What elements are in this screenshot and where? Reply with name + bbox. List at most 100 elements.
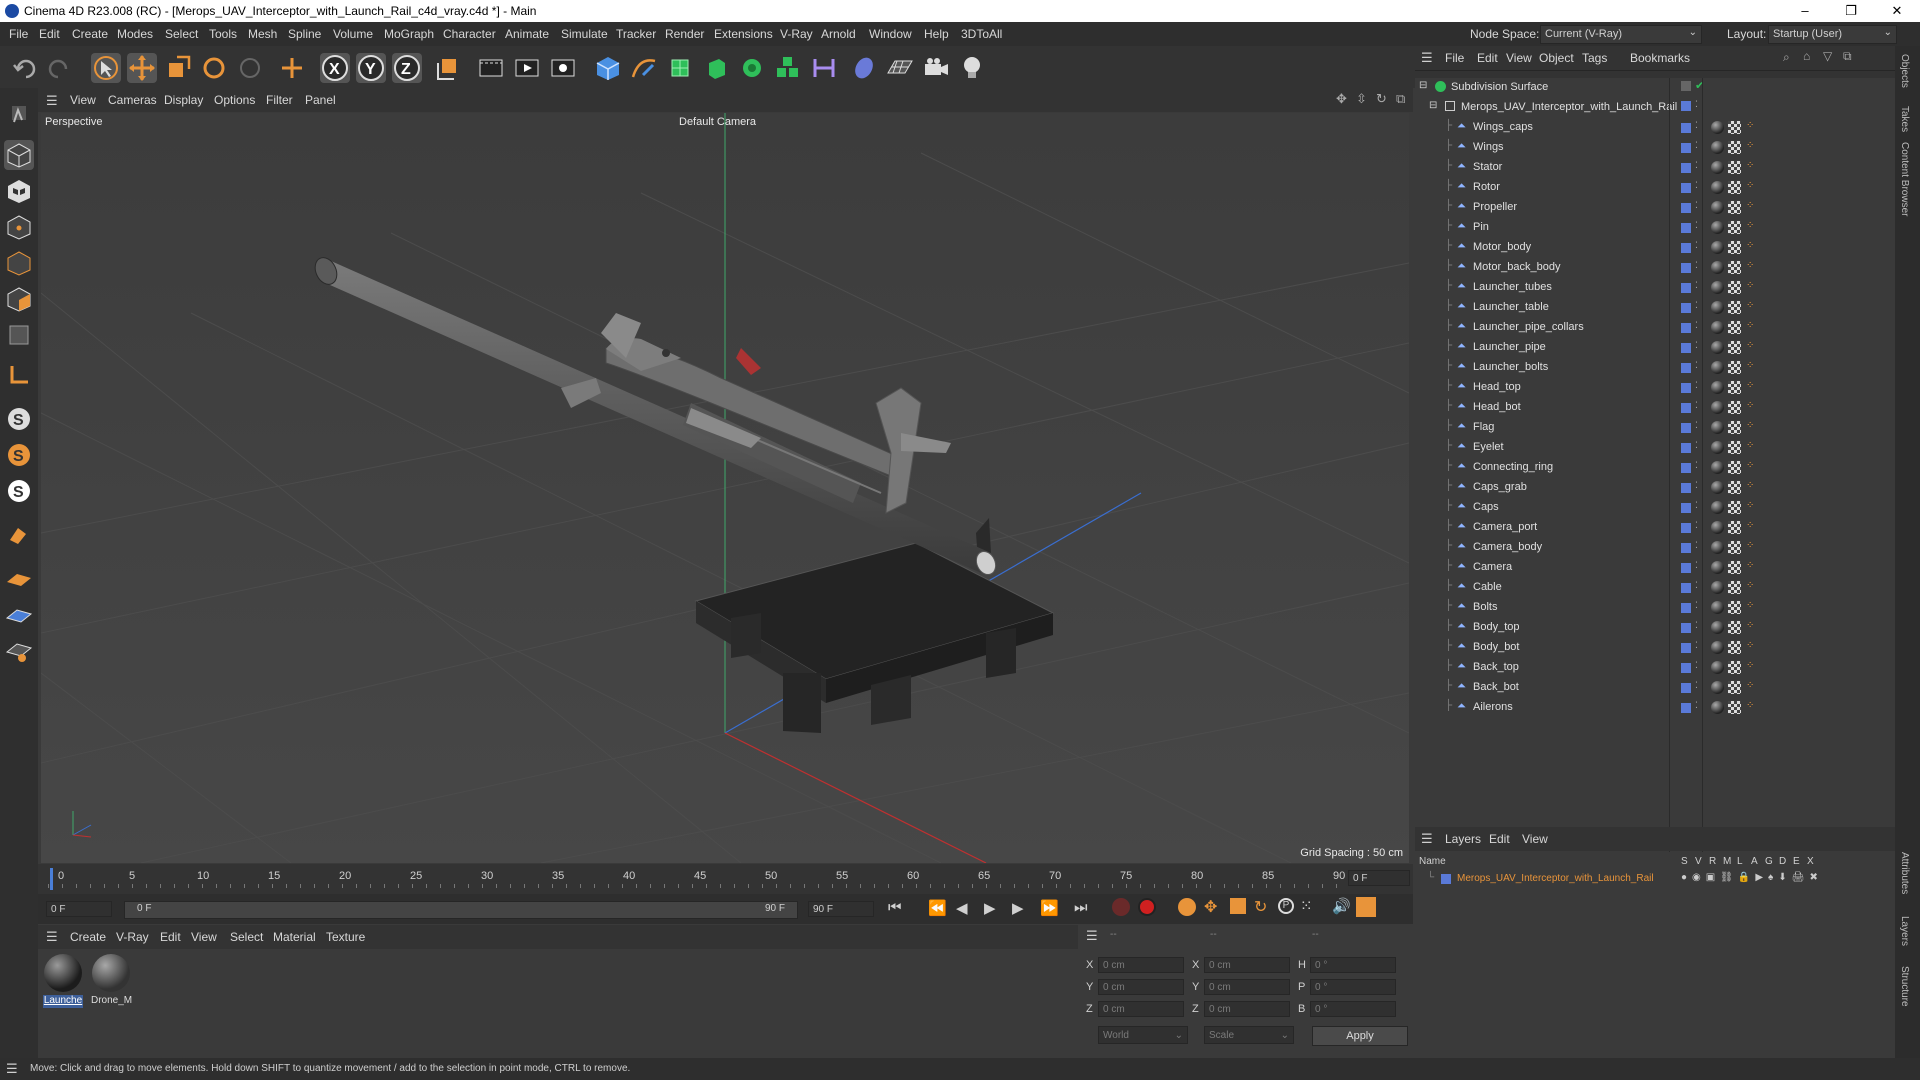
menu-select[interactable]: Select xyxy=(165,27,198,41)
list-item[interactable]: ├ ⏶ Launcher_bolts ⁚ ⁘ xyxy=(1415,358,1895,378)
3d-viewport[interactable]: Perspective Default Camera Grid Spacing … xyxy=(41,113,1409,863)
texture-tag-icon[interactable] xyxy=(1728,681,1741,694)
render-picture-viewer-icon[interactable] xyxy=(512,53,542,83)
material-tag-icon[interactable] xyxy=(1711,541,1724,554)
list-item[interactable]: ├ ⏶ Launcher_pipe_collars ⁚ ⁘ xyxy=(1415,318,1895,338)
phong-tag-icon[interactable]: ⁘ xyxy=(1746,160,1754,171)
hamburger-menu-icon[interactable]: ☰ xyxy=(1421,50,1433,66)
layer-swatch[interactable] xyxy=(1681,483,1691,493)
keyframe-selection-icon[interactable] xyxy=(1178,898,1196,916)
camera-icon[interactable] xyxy=(921,53,951,83)
menu-create[interactable]: Create xyxy=(72,27,108,41)
material-tag-icon[interactable] xyxy=(1711,181,1724,194)
grid-workplane-icon[interactable] xyxy=(4,600,34,630)
material-tag-icon[interactable] xyxy=(1711,261,1724,274)
phong-tag-icon[interactable]: ⁘ xyxy=(1746,380,1754,391)
viewport-menu-view[interactable]: View xyxy=(70,93,96,107)
snap-icon[interactable]: S xyxy=(4,404,34,434)
material-tag-icon[interactable] xyxy=(1711,141,1724,154)
x-axis-lock-icon[interactable]: X xyxy=(320,53,350,83)
visibility-dots-icon[interactable]: ⁚ xyxy=(1695,260,1698,271)
locked-workplane-icon[interactable] xyxy=(4,636,34,666)
position-key-icon[interactable]: ✥ xyxy=(1204,897,1217,917)
layers-menu-layers[interactable]: Layers xyxy=(1445,832,1481,846)
make-editable-icon[interactable] xyxy=(4,98,34,128)
end-frame-field[interactable]: 90 F xyxy=(808,901,874,917)
list-item[interactable]: ├ ⏶ Back_top ⁚ ⁘ xyxy=(1415,658,1895,678)
material-tag-icon[interactable] xyxy=(1711,361,1724,374)
visibility-dots-icon[interactable]: ⁚ xyxy=(1695,340,1698,351)
collapse-icon[interactable]: ⊟ xyxy=(1429,100,1437,111)
material-menu-view[interactable]: View xyxy=(191,930,217,944)
go-to-end-icon[interactable]: ⏭ xyxy=(1074,899,1088,916)
visibility-dots-icon[interactable]: ⁚ xyxy=(1695,480,1698,491)
texture-tag-icon[interactable] xyxy=(1728,321,1741,334)
texture-tag-icon[interactable] xyxy=(1728,381,1741,394)
phong-tag-icon[interactable]: ⁘ xyxy=(1746,420,1754,431)
phong-tag-icon[interactable]: ⁘ xyxy=(1746,280,1754,291)
spline-pen-icon[interactable] xyxy=(629,53,659,83)
tab-takes[interactable]: Takes xyxy=(1899,106,1910,132)
visibility-dots-icon[interactable]: ⁚ xyxy=(1695,200,1698,211)
environment-icon[interactable] xyxy=(849,53,879,83)
point-level-key-icon[interactable]: ⁙ xyxy=(1300,897,1313,915)
phong-tag-icon[interactable]: ⁘ xyxy=(1746,540,1754,551)
layer-swatch[interactable] xyxy=(1681,403,1691,413)
layer-swatch[interactable] xyxy=(1681,203,1691,213)
size-z-field[interactable]: 0 cm xyxy=(1204,1001,1290,1017)
list-item[interactable]: ├ ⏶ Caps ⁚ ⁘ xyxy=(1415,498,1895,518)
hamburger-menu-icon[interactable]: ☰ xyxy=(1086,928,1098,944)
search-icon[interactable]: ⌕ xyxy=(1783,50,1790,65)
phong-tag-icon[interactable]: ⁘ xyxy=(1746,140,1754,151)
layer-flags-icon[interactable]: ●◉▣⛓🔒▶♠⬇🖨✖ xyxy=(1681,872,1823,883)
model-mode-icon[interactable] xyxy=(4,140,34,170)
layer-swatch[interactable] xyxy=(1681,423,1691,433)
phong-tag-icon[interactable]: ⁘ xyxy=(1746,700,1754,711)
om-menu-bookmarks[interactable]: Bookmarks xyxy=(1630,51,1690,65)
redo-icon[interactable] xyxy=(44,53,74,83)
cube-primitive-icon[interactable] xyxy=(593,53,623,83)
texture-tag-icon[interactable] xyxy=(1728,261,1741,274)
viewport-menu-panel[interactable]: Panel xyxy=(305,93,336,107)
rotate-view-icon[interactable]: ↻ xyxy=(1376,91,1387,107)
texture-tag-icon[interactable] xyxy=(1728,461,1741,474)
layer-swatch[interactable] xyxy=(1681,463,1691,473)
viewport-menu-display[interactable]: Display xyxy=(164,93,203,107)
phong-tag-icon[interactable]: ⁘ xyxy=(1746,580,1754,591)
visibility-dots-icon[interactable]: ⁚ xyxy=(1695,540,1698,551)
list-item[interactable]: ├ ⏶ Head_bot ⁚ ⁘ xyxy=(1415,398,1895,418)
render-settings-icon[interactable] xyxy=(548,53,578,83)
material-tag-icon[interactable] xyxy=(1711,401,1724,414)
list-item[interactable]: ├ ⏶ Motor_back_body ⁚ ⁘ xyxy=(1415,258,1895,278)
menu-window[interactable]: Window xyxy=(869,27,912,41)
visibility-dots-icon[interactable]: ⁚ xyxy=(1695,140,1698,151)
texture-mode-icon[interactable] xyxy=(4,176,34,206)
menu-arnold[interactable]: Arnold xyxy=(821,27,856,41)
polygons-mode-icon[interactable] xyxy=(4,284,34,314)
material-tag-icon[interactable] xyxy=(1711,641,1724,654)
uv-mode-icon[interactable] xyxy=(4,320,34,350)
material-tag-icon[interactable] xyxy=(1711,301,1724,314)
layer-swatch[interactable] xyxy=(1681,163,1691,173)
list-item[interactable]: ├ ⏶ Bolts ⁚ ⁘ xyxy=(1415,598,1895,618)
material-tag-icon[interactable] xyxy=(1711,581,1724,594)
list-item[interactable]: ├ ⏶ Launcher_table ⁚ ⁘ xyxy=(1415,298,1895,318)
material-tag-icon[interactable] xyxy=(1711,601,1724,614)
position-x-field[interactable]: 0 cm xyxy=(1098,957,1184,973)
material-tag-icon[interactable] xyxy=(1711,381,1724,394)
visibility-dots-icon[interactable]: ⁚ xyxy=(1695,660,1698,671)
phong-tag-icon[interactable]: ⁘ xyxy=(1746,480,1754,491)
texture-tag-icon[interactable] xyxy=(1728,301,1741,314)
coordinate-system-dropdown[interactable]: World ⌄ xyxy=(1098,1026,1188,1044)
select-tool-icon[interactable] xyxy=(91,53,121,83)
material-tag-icon[interactable] xyxy=(1711,621,1724,634)
texture-tag-icon[interactable] xyxy=(1728,521,1741,534)
move-view-icon[interactable]: ✥ xyxy=(1336,91,1347,107)
layer-swatch[interactable] xyxy=(1681,263,1691,273)
material-tag-icon[interactable] xyxy=(1711,461,1724,474)
visibility-dots-icon[interactable]: ⁚ xyxy=(1695,160,1698,171)
go-to-start-icon[interactable]: ⏮ xyxy=(888,899,902,916)
node-space-dropdown[interactable]: Current (V-Ray) ⌄ xyxy=(1540,25,1702,44)
material-tag-icon[interactable] xyxy=(1711,701,1724,714)
layer-color-swatch[interactable] xyxy=(1441,874,1451,884)
